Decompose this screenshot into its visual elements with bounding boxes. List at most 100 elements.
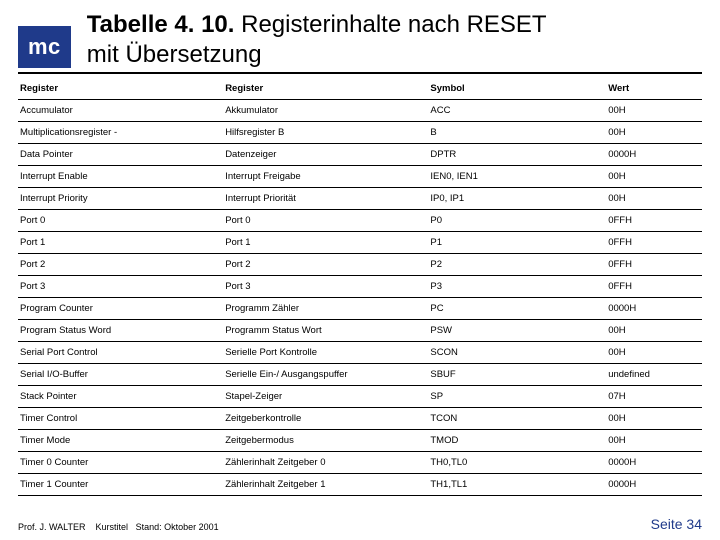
table-cell: P0 <box>428 210 606 232</box>
register-table: Register Register Symbol Wert Accumulato… <box>18 78 702 496</box>
table-cell: Port 0 <box>18 210 223 232</box>
slide-footer: Prof. J. WALTER Kurstitel Stand: Oktober… <box>18 516 702 532</box>
table-cell: Serielle Ein-/ Ausgangspuffer <box>223 364 428 386</box>
table-cell: Timer Control <box>18 408 223 430</box>
col-header-symbol: Symbol <box>428 78 606 100</box>
table-cell: 0000H <box>606 474 702 496</box>
table-cell: 0000H <box>606 452 702 474</box>
table-row: Timer ControlZeitgeberkontrolleTCON00H <box>18 408 702 430</box>
footer-date: Stand: Oktober 2001 <box>136 522 219 532</box>
table-cell: Programm Status Wort <box>223 320 428 342</box>
table-cell: Datenzeiger <box>223 144 428 166</box>
table-cell: Serial Port Control <box>18 342 223 364</box>
table-row: Serial Port ControlSerielle Port Kontrol… <box>18 342 702 364</box>
table-cell: Multiplicationsregister - <box>18 122 223 144</box>
table-cell: Port 2 <box>18 254 223 276</box>
table-row: Timer 0 CounterZählerinhalt Zeitgeber 0T… <box>18 452 702 474</box>
footer-author: Prof. J. WALTER <box>18 522 86 532</box>
table-cell: SCON <box>428 342 606 364</box>
table-cell: DPTR <box>428 144 606 166</box>
table-cell: 0FFH <box>606 254 702 276</box>
table-cell: Timer 1 Counter <box>18 474 223 496</box>
table-row: AccumulatorAkkumulatorACC00H <box>18 100 702 122</box>
footer-page: Seite 34 <box>651 516 702 532</box>
table-cell: Serial I/O-Buffer <box>18 364 223 386</box>
table-cell: 00H <box>606 166 702 188</box>
table-cell: P3 <box>428 276 606 298</box>
table-cell: SP <box>428 386 606 408</box>
table-cell: 00H <box>606 408 702 430</box>
table-cell: Port 0 <box>223 210 428 232</box>
table-cell: Akkumulator <box>223 100 428 122</box>
table-row: Program CounterProgramm ZählerPC0000H <box>18 298 702 320</box>
table-row: Port 1Port 1P10FFH <box>18 232 702 254</box>
table-row: Serial I/O-BufferSerielle Ein-/ Ausgangs… <box>18 364 702 386</box>
table-cell: 07H <box>606 386 702 408</box>
table-cell: Interrupt Freigabe <box>223 166 428 188</box>
table-row: Data PointerDatenzeigerDPTR0000H <box>18 144 702 166</box>
table-cell: 00H <box>606 320 702 342</box>
table-cell: TCON <box>428 408 606 430</box>
table-row: Multiplicationsregister -Hilfsregister B… <box>18 122 702 144</box>
table-cell: 0FFH <box>606 232 702 254</box>
table-cell: 0000H <box>606 298 702 320</box>
table-cell: 00H <box>606 122 702 144</box>
table-cell: PSW <box>428 320 606 342</box>
table-cell: Interrupt Priority <box>18 188 223 210</box>
table-cell: P1 <box>428 232 606 254</box>
table-cell: undefined <box>606 364 702 386</box>
table-cell: SBUF <box>428 364 606 386</box>
slide-header: mc Tabelle 4. 10. Registerinhalte nach R… <box>18 8 702 74</box>
table-head: Register Register Symbol Wert <box>18 78 702 100</box>
table-cell: Stack Pointer <box>18 386 223 408</box>
table-cell: 00H <box>606 430 702 452</box>
table-row: Interrupt EnableInterrupt FreigabeIEN0, … <box>18 166 702 188</box>
table-row: Interrupt PriorityInterrupt PrioritätIP0… <box>18 188 702 210</box>
table-cell: Accumulator <box>18 100 223 122</box>
table-cell: Zeitgeberkontrolle <box>223 408 428 430</box>
table-cell: Port 1 <box>18 232 223 254</box>
table-cell: 00H <box>606 342 702 364</box>
table-cell: Hilfsregister B <box>223 122 428 144</box>
table-cell: 00H <box>606 188 702 210</box>
title-strong: Tabelle 4. 10. <box>87 11 241 38</box>
table-cell: Zeitgebermodus <box>223 430 428 452</box>
table-row: Port 2Port 2P20FFH <box>18 254 702 276</box>
table-cell: IEN0, IEN1 <box>428 166 606 188</box>
table-cell: Port 3 <box>18 276 223 298</box>
table-cell: 0FFH <box>606 276 702 298</box>
footer-left: Prof. J. WALTER Kurstitel Stand: Oktober… <box>18 522 219 532</box>
table-cell: Port 2 <box>223 254 428 276</box>
table-cell: 00H <box>606 100 702 122</box>
table-cell: P2 <box>428 254 606 276</box>
table-cell: Stapel-Zeiger <box>223 386 428 408</box>
col-header-register-de: Register <box>223 78 428 100</box>
table-row: Timer ModeZeitgebermodusTMOD00H <box>18 430 702 452</box>
table-cell: TH1,TL1 <box>428 474 606 496</box>
table-row: Timer 1 CounterZählerinhalt Zeitgeber 1T… <box>18 474 702 496</box>
table-cell: Port 1 <box>223 232 428 254</box>
table-cell: Interrupt Enable <box>18 166 223 188</box>
table-cell: Data Pointer <box>18 144 223 166</box>
table-cell: 0FFH <box>606 210 702 232</box>
table-cell: Timer Mode <box>18 430 223 452</box>
table-row: Stack PointerStapel-ZeigerSP07H <box>18 386 702 408</box>
table-row: Program Status WordProgramm Status WortP… <box>18 320 702 342</box>
course-badge: mc <box>18 26 71 68</box>
table-cell: 0000H <box>606 144 702 166</box>
table-cell: IP0, IP1 <box>428 188 606 210</box>
table-row: Port 3Port 3P30FFH <box>18 276 702 298</box>
table-header-row: Register Register Symbol Wert <box>18 78 702 100</box>
table-cell: Serielle Port Kontrolle <box>223 342 428 364</box>
table-cell: Zählerinhalt Zeitgeber 1 <box>223 474 428 496</box>
table-cell: ACC <box>428 100 606 122</box>
table-cell: Programm Zähler <box>223 298 428 320</box>
col-header-register-en: Register <box>18 78 223 100</box>
footer-course: Kurstitel <box>96 522 129 532</box>
table-cell: Timer 0 Counter <box>18 452 223 474</box>
table-cell: Program Counter <box>18 298 223 320</box>
table-cell: Zählerinhalt Zeitgeber 0 <box>223 452 428 474</box>
table-cell: TH0,TL0 <box>428 452 606 474</box>
table-body: AccumulatorAkkumulatorACC00HMultiplicati… <box>18 100 702 496</box>
table-cell: Interrupt Priorität <box>223 188 428 210</box>
